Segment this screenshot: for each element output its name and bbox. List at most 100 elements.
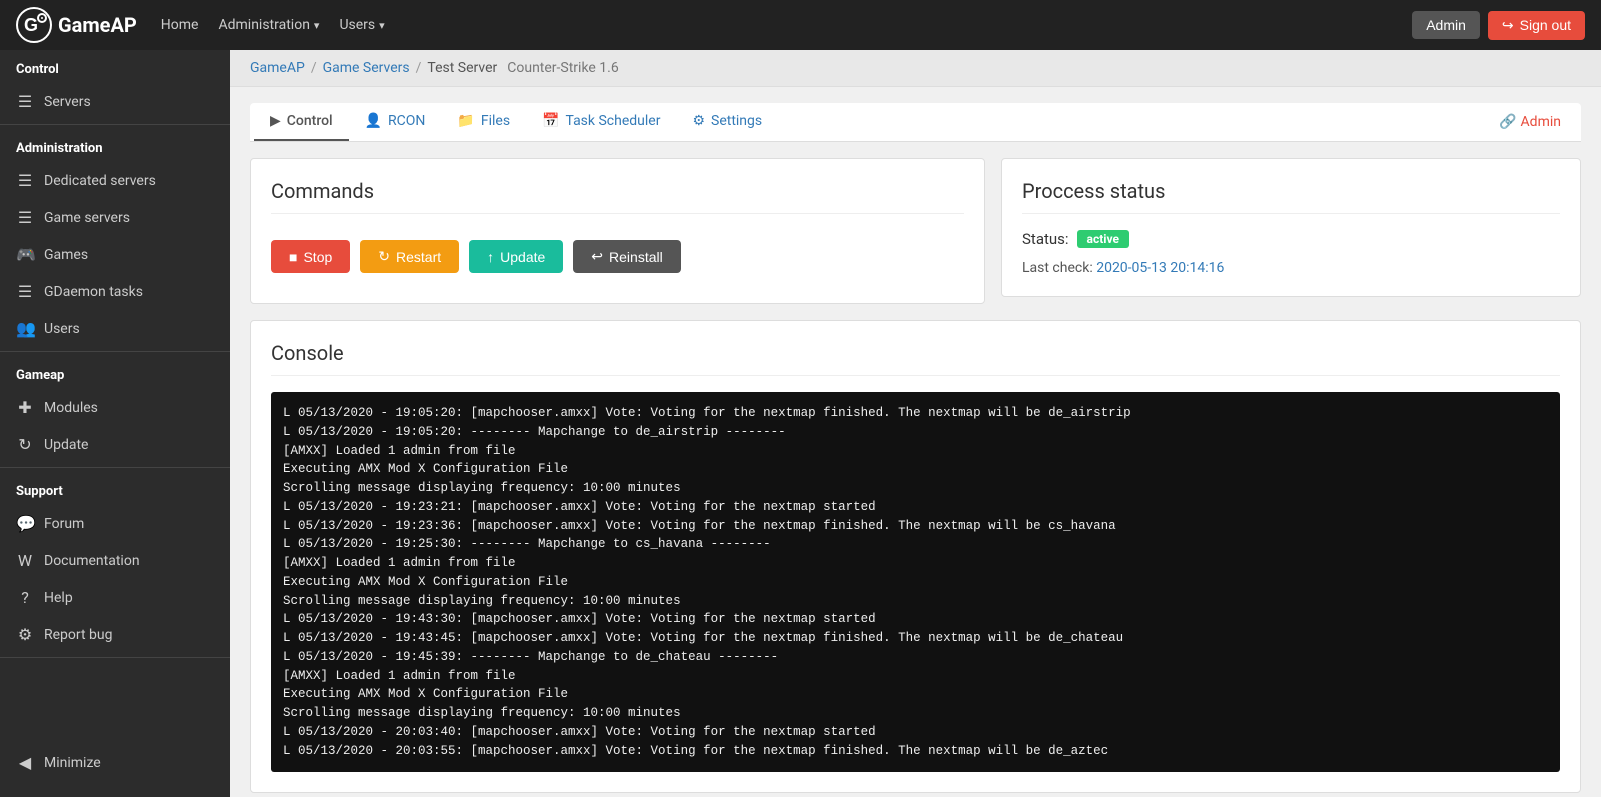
sidebar-item-servers[interactable]: ☰ Servers — [0, 83, 230, 120]
signout-icon: ↪ — [1502, 17, 1514, 34]
tab-files-icon: 📁 — [457, 113, 474, 129]
signout-button[interactable]: ↪ Sign out — [1488, 11, 1585, 40]
tab-files[interactable]: 📁 Files — [441, 103, 526, 141]
gdaemon-icon: ☰ — [16, 282, 34, 301]
console-line: L 05/13/2020 - 20:03:40: [mapchooser.amx… — [283, 723, 1548, 742]
sidebar-control-title: Control — [0, 50, 230, 83]
status-row: Status: active — [1022, 230, 1560, 248]
servers-icon: ☰ — [16, 92, 34, 111]
cards-row: Commands ■ Stop ↻ Restart ↑ Update — [250, 158, 1581, 304]
page-content: ▶ Control 👤 RCON 📁 Files 📅 Task Schedule… — [230, 87, 1601, 797]
breadcrumb-subtitle: Counter-Strike 1.6 — [507, 60, 619, 76]
reinstall-button[interactable]: ↩ Reinstall — [573, 240, 680, 273]
tab-settings[interactable]: ⚙ Settings — [676, 103, 778, 141]
stop-button[interactable]: ■ Stop — [271, 240, 350, 273]
update-icon: ↻ — [16, 435, 34, 454]
commands-title: Commands — [271, 179, 964, 214]
sidebar-item-forum[interactable]: 💬 Forum — [0, 505, 230, 542]
sidebar-item-documentation[interactable]: W Documentation — [0, 542, 230, 579]
tab-control[interactable]: ▶ Control — [254, 103, 349, 141]
last-check-time: 2020-05-13 20:14:16 — [1096, 260, 1224, 276]
nav-users[interactable]: Users — [339, 13, 384, 37]
minimize-icon: ◀ — [16, 753, 34, 772]
console-line: [AMXX] Loaded 1 admin from file — [283, 667, 1548, 686]
admin-button[interactable]: Admin — [1412, 11, 1480, 39]
console-line: Executing AMX Mod X Configuration File — [283, 460, 1548, 479]
console-line: L 05/13/2020 - 19:45:39: -------- Mapcha… — [283, 648, 1548, 667]
help-icon: ? — [16, 588, 34, 607]
console-line: L 05/13/2020 - 19:25:30: -------- Mapcha… — [283, 535, 1548, 554]
sidebar-item-modules[interactable]: ✚ Modules — [0, 389, 230, 426]
console-line: L 05/13/2020 - 19:23:21: [mapchooser.amx… — [283, 498, 1548, 517]
tab-admin[interactable]: 🔗 Admin — [1483, 104, 1577, 140]
cmd-buttons: ■ Stop ↻ Restart ↑ Update ↩ — [271, 230, 964, 283]
status-label: Status: — [1022, 230, 1069, 248]
nav-administration[interactable]: Administration — [218, 13, 319, 37]
console-line: Executing AMX Mod X Configuration File — [283, 685, 1548, 704]
brand: G GameAP — [16, 7, 137, 43]
console-line: L 05/13/2020 - 20:03:55: [mapchooser.amx… — [283, 742, 1548, 761]
console-line: L 05/13/2020 - 19:23:36: [mapchooser.amx… — [283, 517, 1548, 536]
process-status-card: Proccess status Status: active Last chec… — [1001, 158, 1581, 297]
breadcrumb-gameap[interactable]: GameAP — [250, 60, 305, 76]
console-title: Console — [271, 341, 1560, 376]
sidebar-minimize[interactable]: ◀ Minimize — [0, 744, 230, 781]
sidebar-item-gdaemon-tasks[interactable]: ☰ GDaemon tasks — [0, 273, 230, 310]
documentation-icon: W — [16, 551, 34, 570]
main-content: GameAP / Game Servers / Test Server Coun… — [230, 50, 1601, 797]
layout: Control ☰ Servers Administration ☰ Dedic… — [0, 50, 1601, 797]
last-check: Last check: 2020-05-13 20:14:16 — [1022, 260, 1560, 276]
restart-button[interactable]: ↻ Restart — [360, 240, 459, 273]
commands-card: Commands ■ Stop ↻ Restart ↑ Update — [250, 158, 985, 304]
update-button[interactable]: ↑ Update — [469, 240, 563, 273]
sidebar-item-games[interactable]: 🎮 Games — [0, 236, 230, 273]
console-line: Scrolling message displaying frequency: … — [283, 479, 1548, 498]
sidebar-administration-title: Administration — [0, 129, 230, 162]
sidebar-gameap-title: Gameap — [0, 356, 230, 389]
tab-rcon[interactable]: 👤 RCON — [349, 103, 442, 141]
status-badge: active — [1077, 230, 1129, 248]
sidebar-item-users[interactable]: 👥 Users — [0, 310, 230, 347]
nav-home[interactable]: Home — [161, 13, 199, 37]
breadcrumb-sep-1: / — [311, 60, 317, 76]
sidebar-item-update[interactable]: ↻ Update — [0, 426, 230, 463]
sidebar-divider-1 — [0, 124, 230, 125]
last-check-label: Last check: — [1022, 260, 1093, 276]
tab-rcon-icon: 👤 — [365, 113, 382, 129]
sidebar-divider-3 — [0, 467, 230, 468]
console-line: Executing AMX Mod X Configuration File — [283, 573, 1548, 592]
stop-icon: ■ — [289, 249, 297, 265]
breadcrumb-game-servers[interactable]: Game Servers — [323, 60, 410, 76]
logo-icon: G — [16, 7, 52, 43]
console-line: L 05/13/2020 - 19:05:20: [mapchooser.amx… — [283, 404, 1548, 423]
bug-icon: ⚙ — [16, 625, 34, 644]
sidebar-item-dedicated-servers[interactable]: ☰ Dedicated servers — [0, 162, 230, 199]
console-line: Scrolling message displaying frequency: … — [283, 704, 1548, 723]
breadcrumb-sep-2: / — [416, 60, 422, 76]
console-line: [AMXX] Loaded 1 admin from file — [283, 442, 1548, 461]
console-output[interactable]: L 05/13/2020 - 19:05:20: [mapchooser.amx… — [271, 392, 1560, 772]
update-icon: ↑ — [487, 249, 494, 265]
restart-icon: ↻ — [378, 248, 390, 265]
tab-scheduler-icon: 📅 — [542, 113, 559, 129]
process-status-title: Proccess status — [1022, 179, 1560, 214]
tabs-bar: ▶ Control 👤 RCON 📁 Files 📅 Task Schedule… — [250, 103, 1581, 142]
console-line: L 05/13/2020 - 19:05:20: -------- Mapcha… — [283, 423, 1548, 442]
console-card: Console L 05/13/2020 - 19:05:20: [mapcho… — [250, 320, 1581, 793]
sidebar-item-report-bug[interactable]: ⚙ Report bug — [0, 616, 230, 653]
breadcrumb-current: Test Server — [427, 60, 497, 76]
sidebar-item-game-servers[interactable]: ☰ Game servers — [0, 199, 230, 236]
navbar: G GameAP Home Administration Users Admin… — [0, 0, 1601, 50]
sidebar-support-title: Support — [0, 472, 230, 505]
sidebar-item-help[interactable]: ? Help — [0, 579, 230, 616]
games-icon: 🎮 — [16, 245, 34, 264]
tab-control-icon: ▶ — [270, 113, 281, 129]
console-line: L 05/13/2020 - 19:43:30: [mapchooser.amx… — [283, 610, 1548, 629]
tab-task-scheduler[interactable]: 📅 Task Scheduler — [526, 103, 676, 141]
brand-text: GameAP — [58, 13, 137, 37]
svg-text:G: G — [24, 15, 38, 35]
console-line: Scrolling message displaying frequency: … — [283, 592, 1548, 611]
console-line: [AMXX] Loaded 1 admin from file — [283, 554, 1548, 573]
navbar-right: Admin ↪ Sign out — [1412, 11, 1585, 40]
sidebar-divider-2 — [0, 351, 230, 352]
